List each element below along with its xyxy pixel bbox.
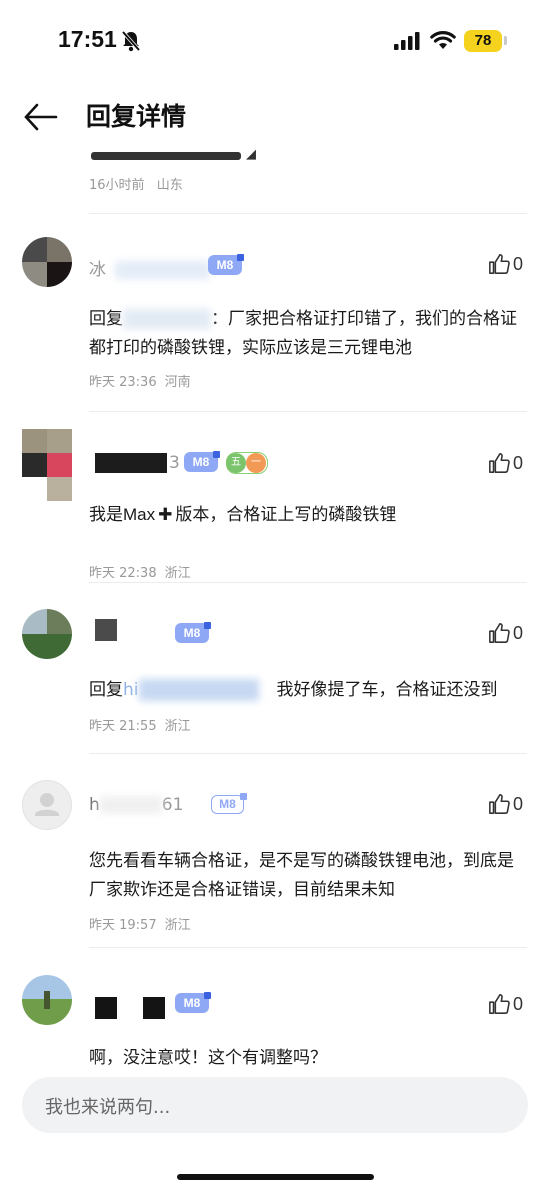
level-badge-right: 一 [246,453,266,473]
thumbs-up-icon [489,254,510,274]
comment-time: 昨天 21:55 [89,719,157,734]
home-indicator[interactable] [177,1174,374,1180]
comment-time: 昨天 23:36 [89,375,157,390]
divider [89,213,527,214]
avatar[interactable] [22,429,72,501]
like-count: 0 [513,993,524,1014]
avatar[interactable] [22,609,72,659]
partial-content-arrow: ◢ [246,147,256,162]
username[interactable]: 冰 [89,255,211,280]
like-button[interactable]: 0 [488,793,523,815]
username[interactable] [89,619,117,641]
status-time: 17:51 [58,26,117,52]
like-count: 0 [513,452,524,473]
battery-icon: 78 [464,30,502,52]
comment-text: 啊，没注意哎！这个有调整吗？ [89,1048,327,1067]
like-button[interactable]: 0 [488,253,523,275]
comment-region: 浙江 [164,719,191,734]
username[interactable] [89,997,165,1019]
comment-text: 回复hi 我好像提了车，合格证还没到 [89,679,498,701]
comment-region: 浙江 [164,566,191,581]
like-count: 0 [513,622,524,643]
comment-meta: 昨天 23:36 河南 [89,371,191,390]
partial-comment-meta: 16小时前 山东 [89,174,183,193]
comment-meta: 昨天 21:55 浙江 [89,715,191,734]
reply-list[interactable]: ◢ 16小时前 山东 冰 M8 0 回复 ：厂家把合格证打印错了，我们的合格证都打… [0,147,550,1067]
like-count: 0 [513,253,524,274]
thumbs-up-icon [489,623,510,643]
default-avatar-icon[interactable] [22,780,72,830]
wifi-icon [430,31,456,49]
badge-flag [237,254,244,261]
badge-flag [204,622,211,629]
status-bar: 17:51 78 [0,0,550,80]
level-badge: 五 一 [226,452,268,474]
thumbs-up-icon [489,994,510,1014]
battery-tip [504,36,507,45]
comment-region: 浙江 [164,918,191,933]
avatar-mosaic [22,429,72,501]
badge-flag [240,793,247,800]
divider [89,947,527,948]
battery-level: 78 [474,32,492,49]
username[interactable]: 3 [89,453,180,473]
like-button[interactable]: 0 [488,622,523,644]
comment-input[interactable]: 我也来说两句... [22,1077,528,1133]
comment-text: 您先看看车辆合格证，是不是写的磷酸铁锂电池，到底是厂家欺诈还是合格证错误，目前结… [89,851,514,900]
avatar[interactable] [22,975,72,1025]
page-title: 回复详情 [86,102,187,131]
comment-time: 16小时前 [89,178,145,193]
like-count: 0 [513,793,524,814]
thumbs-up-icon [489,794,510,814]
like-button[interactable]: 0 [488,452,523,474]
like-button[interactable]: 0 [488,993,523,1015]
comment-input-placeholder: 我也来说两句... [45,1097,171,1118]
back-arrow-icon[interactable] [22,101,62,133]
comment-meta: 昨天 22:38 浙江 [89,562,191,581]
comment-time: 昨天 22:38 [89,566,157,581]
avatar-mosaic [22,237,72,287]
badge-flag [204,992,211,999]
comment-region: 河南 [164,375,191,390]
level-badge-left: 五 [226,453,246,473]
avatar-mosaic [22,609,72,659]
thumbs-up-icon [489,453,510,473]
divider [89,411,527,412]
username[interactable]: h 61 [89,795,183,815]
header: 回复详情 [0,85,550,147]
badge-flag [213,451,220,458]
comment-time: 昨天 19:57 [89,918,157,933]
avatar-landscape [22,975,72,1025]
bell-mute-icon [121,30,141,52]
partial-content-image [91,152,241,160]
comment-text: 回复 ：厂家把合格证打印错了，我们的合格证都打印的磷酸铁锂，实际应该是三元锂电池 [89,309,517,358]
signal-icon [394,32,420,50]
divider [89,753,527,754]
comment-region: 山东 [156,178,183,193]
comment-meta: 昨天 19:57 浙江 [89,914,191,933]
default-avatar-glyph [35,793,59,816]
avatar[interactable] [22,237,72,287]
divider [89,582,527,583]
comment-text: 我是Max ✚ 版本，合格证上写的磷酸铁锂 [89,505,397,525]
